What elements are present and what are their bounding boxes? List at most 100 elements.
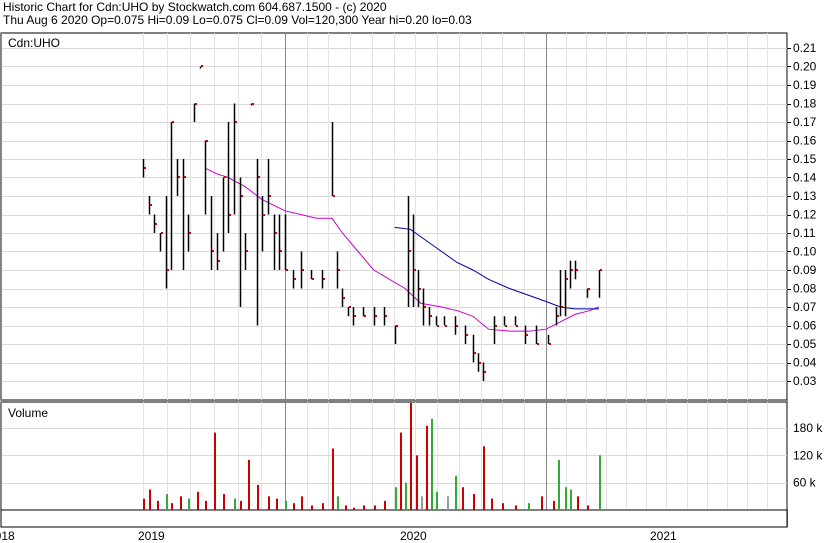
close-tick bbox=[409, 250, 411, 252]
close-tick bbox=[167, 269, 169, 271]
volume-bar bbox=[541, 496, 543, 510]
volume-bar bbox=[363, 505, 365, 510]
close-tick bbox=[354, 315, 356, 317]
volume-bar bbox=[421, 496, 423, 510]
volume-bar bbox=[416, 455, 418, 510]
stock-chart: Historic Chart for Cdn:UHO by Stockwatch… bbox=[0, 0, 830, 543]
price-tick-label: 0.07 bbox=[793, 300, 817, 314]
price-tick-label: 0.08 bbox=[793, 282, 817, 296]
close-tick bbox=[349, 306, 351, 308]
volume-bar bbox=[337, 496, 339, 510]
volume-bar bbox=[384, 500, 386, 510]
close-tick bbox=[246, 250, 248, 252]
volume-bar bbox=[400, 432, 402, 510]
close-tick bbox=[286, 269, 288, 271]
volume-bar bbox=[515, 505, 517, 510]
close-tick bbox=[537, 343, 539, 345]
close-tick bbox=[218, 260, 220, 262]
close-tick bbox=[549, 343, 551, 345]
volume-bar bbox=[570, 489, 572, 510]
volume-tick-label: 60 k bbox=[793, 476, 817, 490]
price-tick-label: 0.11 bbox=[793, 226, 816, 240]
volume-bar bbox=[223, 494, 225, 510]
close-tick bbox=[576, 269, 578, 271]
price-tick-label: 0.21 bbox=[793, 41, 817, 55]
close-tick bbox=[516, 325, 518, 327]
close-tick bbox=[385, 315, 387, 317]
volume-bar bbox=[431, 418, 433, 510]
volume-bar bbox=[143, 498, 145, 510]
volume-bar bbox=[214, 432, 216, 510]
volume-bar bbox=[455, 475, 457, 510]
volume-bar bbox=[276, 498, 278, 510]
close-tick bbox=[333, 195, 335, 197]
close-tick bbox=[201, 65, 203, 67]
price-tick-label: 0.05 bbox=[793, 337, 817, 351]
close-tick bbox=[375, 315, 377, 317]
close-tick bbox=[588, 288, 590, 290]
close-tick bbox=[294, 278, 296, 280]
close-tick bbox=[252, 103, 254, 105]
volume-bar bbox=[473, 494, 475, 510]
close-tick bbox=[241, 195, 243, 197]
close-tick bbox=[424, 306, 426, 308]
close-tick bbox=[474, 352, 476, 354]
volume-bar bbox=[240, 500, 242, 510]
close-tick bbox=[224, 176, 226, 178]
volume-bar bbox=[180, 496, 182, 510]
volume-bar bbox=[285, 500, 287, 510]
close-tick bbox=[479, 362, 481, 364]
volume-bar bbox=[205, 500, 207, 510]
volume-bar bbox=[268, 496, 270, 510]
close-tick bbox=[312, 278, 314, 280]
volume-bar bbox=[558, 459, 560, 510]
close-tick bbox=[172, 121, 174, 123]
volume-bar bbox=[587, 505, 589, 510]
volume-bar bbox=[528, 503, 530, 510]
price-tick-label: 0.18 bbox=[793, 97, 817, 111]
volume-bar bbox=[565, 487, 567, 510]
volume-bar bbox=[436, 491, 438, 510]
volume-bar bbox=[188, 498, 190, 510]
volume-bar bbox=[157, 500, 159, 510]
price-tick-label: 0.04 bbox=[793, 356, 817, 370]
volume-tick-label: 120 k bbox=[793, 448, 823, 462]
volume-tick-label: 180 k bbox=[793, 421, 823, 435]
volume-bar bbox=[577, 496, 579, 510]
volume-bar bbox=[462, 487, 464, 510]
close-tick bbox=[466, 334, 468, 336]
price-tick-label: 0.06 bbox=[793, 319, 817, 333]
close-tick bbox=[414, 269, 416, 271]
chart-canvas: Cdn:UHO Volume 0.21 0.20 0.19 0.18 0.17 0.16 0.1… bbox=[0, 32, 823, 543]
volume-bar bbox=[234, 498, 236, 510]
close-tick bbox=[155, 223, 157, 225]
close-tick bbox=[526, 334, 528, 336]
price-tick-label: 0.14 bbox=[793, 171, 817, 185]
volume-bar bbox=[395, 487, 397, 510]
volume-bar bbox=[599, 455, 601, 510]
volume-bar bbox=[426, 425, 428, 510]
close-tick bbox=[144, 167, 146, 169]
close-tick bbox=[280, 250, 282, 252]
close-tick bbox=[571, 269, 573, 271]
price-tick-label: 0.13 bbox=[793, 189, 817, 203]
price-tick-label: 0.20 bbox=[793, 60, 817, 74]
volume-bar bbox=[553, 500, 555, 510]
volume-bar bbox=[353, 507, 355, 510]
x-tick-label: 2020 bbox=[400, 529, 427, 543]
x-tick-label: 2018 bbox=[0, 529, 15, 543]
volume-bar bbox=[322, 503, 324, 510]
volume-bar bbox=[491, 498, 493, 510]
close-tick bbox=[566, 278, 568, 280]
close-tick bbox=[150, 204, 152, 206]
volume-bar bbox=[447, 496, 449, 510]
x-tick-label: 2021 bbox=[650, 529, 677, 543]
price-tick-label: 0.03 bbox=[793, 374, 817, 388]
close-tick bbox=[229, 214, 231, 216]
volume-bar bbox=[311, 505, 313, 510]
volume-bar bbox=[149, 489, 151, 510]
close-tick bbox=[189, 232, 191, 234]
close-tick bbox=[343, 297, 345, 299]
volume-bar bbox=[197, 491, 199, 510]
volume-bar bbox=[345, 505, 347, 510]
